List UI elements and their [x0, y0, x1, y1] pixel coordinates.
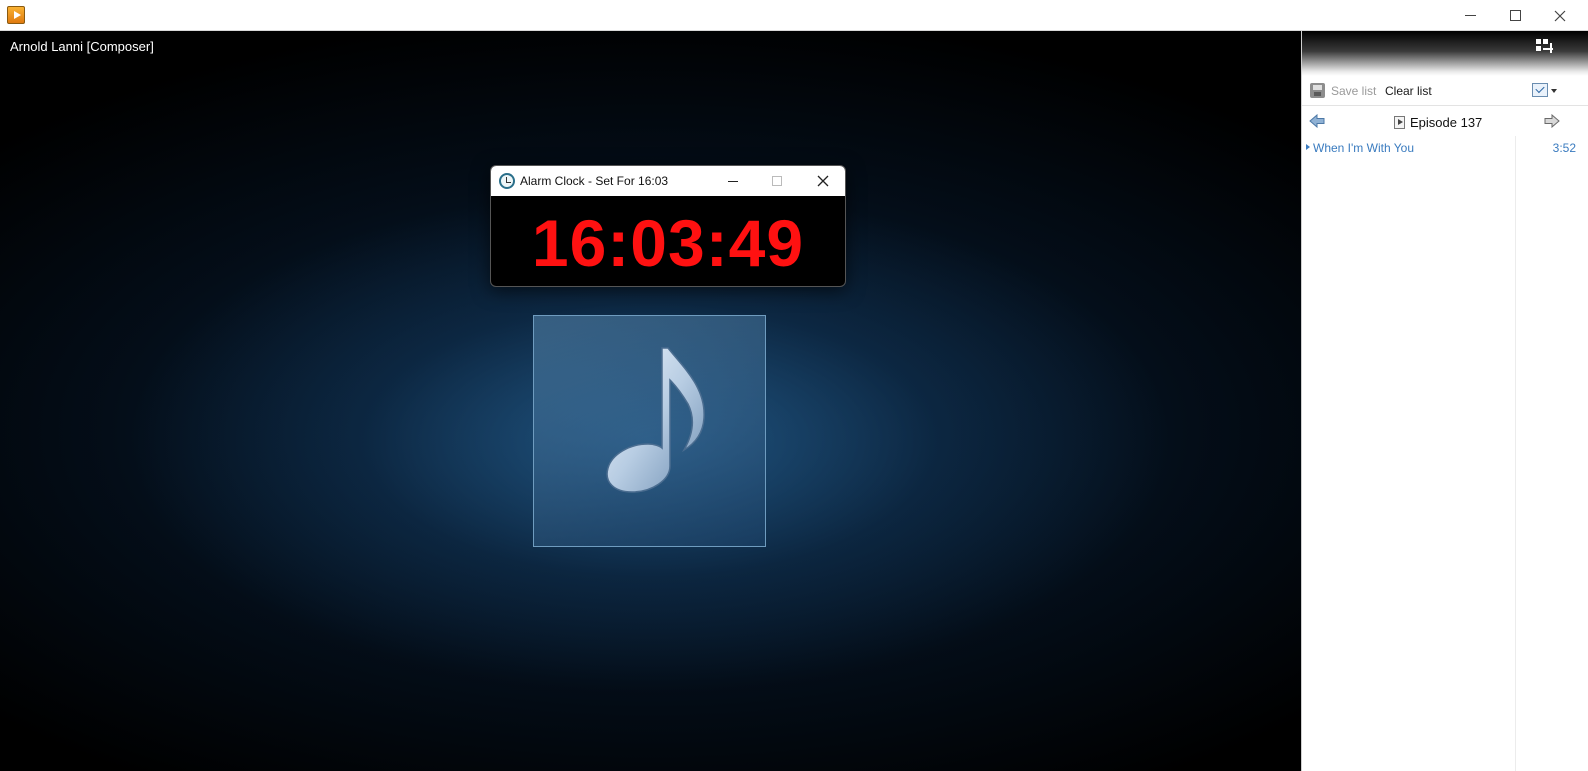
alarm-clock-time: 16:03:49: [531, 206, 805, 280]
music-note-icon: [606, 347, 705, 493]
alarm-clock-titlebar[interactable]: Alarm Clock - Set For 16:03: [491, 166, 845, 196]
close-button[interactable]: [1538, 0, 1582, 31]
close-icon: [1554, 10, 1566, 21]
clear-list-button[interactable]: Clear list: [1385, 84, 1432, 98]
layout-switch-icon[interactable]: [1536, 39, 1554, 55]
chevron-down-icon[interactable]: [1551, 89, 1557, 93]
track-title: When I'm With You: [1313, 141, 1415, 155]
minimize-button[interactable]: [1448, 0, 1492, 31]
playlist-title-group[interactable]: Episode 137: [1394, 114, 1482, 130]
save-list-button[interactable]: Save list: [1331, 84, 1376, 98]
now-playing-caret-icon: [1306, 144, 1310, 150]
album-art[interactable]: [533, 315, 766, 547]
pane-header: [1302, 31, 1588, 76]
app-icon[interactable]: [7, 6, 25, 24]
playlist-pane: Save list Clear list Episode 137 When I'…: [1301, 31, 1588, 771]
column-divider: [1515, 136, 1516, 771]
playlist-icon: [1394, 115, 1405, 129]
alarm-minimize-button[interactable]: [713, 166, 753, 196]
next-list-arrow-icon[interactable]: [1544, 114, 1560, 128]
playlist-toolbar: Save list Clear list: [1302, 76, 1588, 106]
alarm-maximize-button[interactable]: [757, 166, 797, 196]
alarm-clock-title: Alarm Clock - Set For 16:03: [520, 174, 669, 188]
alarm-clock-window[interactable]: Alarm Clock - Set For 16:03 16:03:49: [490, 165, 846, 287]
alarm-close-button[interactable]: [803, 166, 843, 196]
alarm-clock-icon: [499, 173, 515, 189]
now-playing-artist: Arnold Lanni [Composer]: [10, 39, 154, 54]
list-options-icon[interactable]: [1532, 83, 1548, 97]
maximize-button[interactable]: [1493, 0, 1537, 31]
track-duration: 3:52: [1552, 141, 1576, 155]
list-item[interactable]: When I'm With You 3:52: [1302, 139, 1588, 157]
minimize-icon: [728, 180, 738, 182]
playlist-nav: Episode 137: [1302, 108, 1588, 136]
previous-list-arrow-icon[interactable]: [1309, 114, 1325, 128]
minimize-icon: [1464, 15, 1476, 16]
save-icon: [1310, 83, 1325, 98]
close-icon: [817, 175, 829, 187]
maximize-icon: [772, 176, 782, 186]
maximize-icon: [1509, 10, 1521, 21]
window-titlebar: [0, 0, 1588, 31]
playlist-name: Episode 137: [1410, 114, 1483, 130]
